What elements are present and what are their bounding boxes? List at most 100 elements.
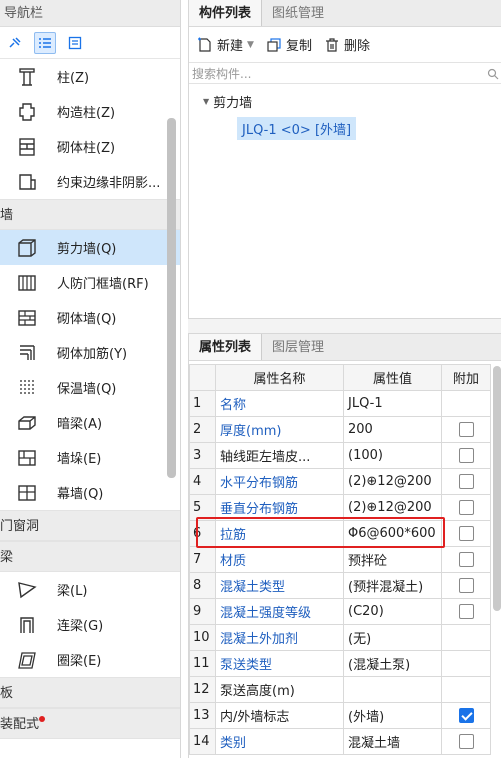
tab-drawing-management[interactable]: 图纸管理: [262, 0, 334, 26]
property-name: 材质: [215, 546, 344, 573]
delete-button[interactable]: 删除: [320, 33, 374, 57]
tab-properties[interactable]: 属性列表: [189, 334, 263, 360]
tree-node-shear-wall[interactable]: ▼ 剪力墙: [203, 92, 252, 111]
delete-label: 删除: [343, 39, 370, 54]
table-row[interactable]: 14 类别 混凝土墙: [189, 728, 491, 755]
attach-checkbox[interactable]: [458, 708, 474, 723]
property-name: 类别: [215, 728, 344, 755]
nav-category-slab[interactable]: 板: [0, 677, 180, 708]
pin-icon[interactable]: [4, 32, 26, 54]
edge-constraint-icon: [19, 174, 36, 190]
wall-buttress-icon: [18, 450, 36, 466]
row-index: 13: [189, 702, 216, 729]
property-value[interactable]: (预拌混凝土): [343, 572, 442, 599]
copy-button[interactable]: 复制: [262, 33, 316, 57]
attach-checkbox[interactable]: [458, 578, 474, 593]
nav-item-curtain-wall[interactable]: 幕墙(Q): [0, 475, 180, 510]
new-button[interactable]: 新建 ▼: [193, 33, 258, 57]
nav-toolbar: [0, 27, 180, 59]
property-name: 泵送类型: [215, 650, 344, 677]
nav-item-coupling-beam[interactable]: 连梁(G): [0, 607, 180, 642]
property-name: 轴线距左墙皮...: [215, 442, 344, 469]
table-row[interactable]: 3 轴线距左墙皮... (100): [189, 442, 491, 469]
table-row[interactable]: 2 厚度(mm) 200: [189, 416, 491, 443]
nav-item-constructional-column[interactable]: 构造柱(Z): [0, 94, 180, 129]
nav-item-beam[interactable]: 梁(L): [0, 572, 180, 607]
property-value[interactable]: (100): [343, 442, 442, 469]
nav-item-wall-buttress[interactable]: 墙垛(E): [0, 440, 180, 475]
nav-item-masonry-reinforcement[interactable]: 砌体加筋(Y): [0, 335, 180, 370]
nav-item-masonry-column[interactable]: 砌体柱(Z): [0, 129, 180, 164]
panel-splitter[interactable]: [188, 318, 501, 334]
property-value[interactable]: 200: [343, 416, 442, 443]
table-row[interactable]: 9 混凝土强度等级 (C20): [189, 598, 491, 625]
property-value[interactable]: (混凝土泵): [343, 650, 442, 677]
table-row[interactable]: 8 混凝土类型 (预拌混凝土): [189, 572, 491, 599]
table-row[interactable]: 13 内/外墙标志 (外墙): [189, 702, 491, 729]
property-value[interactable]: JLQ-1: [343, 390, 442, 417]
attach-checkbox[interactable]: [458, 422, 474, 437]
row-index: 2: [189, 416, 216, 443]
property-value[interactable]: 预拌砼: [343, 546, 442, 573]
properties-table: 属性名称 属性值 附加 1 名称 JLQ-1 2 厚度(mm) 200 3 轴线距左墙皮...…: [189, 364, 491, 755]
nav-scrollbar[interactable]: [167, 118, 176, 478]
property-value[interactable]: 混凝土墙: [343, 728, 442, 755]
property-extra-cell: [441, 650, 491, 677]
attach-checkbox[interactable]: [458, 604, 474, 619]
property-name: 名称: [215, 390, 344, 417]
nav-item-masonry-wall[interactable]: 砌体墙(Q): [0, 300, 180, 335]
nav-item-label: 构造柱(Z): [57, 106, 116, 121]
property-extra-cell: [441, 442, 491, 469]
table-row[interactable]: 10 混凝土外加剂 (无): [189, 624, 491, 651]
table-row[interactable]: 11 泵送类型 (混凝土泵): [189, 650, 491, 677]
search-icon[interactable]: [487, 68, 499, 80]
table-row[interactable]: 7 材质 预拌砼: [189, 546, 491, 573]
nav-item-civil-defense-door-wall[interactable]: 人防门框墙(RF): [0, 265, 180, 300]
property-value[interactable]: (2)⊕12@200: [343, 468, 442, 495]
nav-item-concealed-beam[interactable]: 暗梁(A): [0, 405, 180, 440]
list-view-icon[interactable]: [34, 31, 56, 54]
nav-item-insulation-wall[interactable]: 保温墙(Q): [0, 370, 180, 405]
concealed-beam-icon: [18, 416, 36, 430]
row-index: 1: [189, 390, 216, 417]
detail-view-icon[interactable]: [64, 32, 86, 54]
nav-category-beam[interactable]: 梁: [0, 541, 180, 572]
tree-node-jlq1[interactable]: JLQ-1 <0> [外墙]: [237, 117, 357, 140]
nav-item-label: 暗梁(A): [57, 417, 103, 432]
caret-down-icon[interactable]: ▼: [203, 97, 209, 106]
tab-component-list[interactable]: 构件列表: [189, 0, 263, 26]
attach-checkbox[interactable]: [458, 448, 474, 463]
nav-category-wall[interactable]: 墙: [0, 199, 180, 230]
property-value[interactable]: (C20): [343, 598, 442, 625]
table-row[interactable]: 4 水平分布钢筋 (2)⊕12@200: [189, 468, 491, 495]
table-row[interactable]: 12 泵送高度(m): [189, 676, 491, 703]
search-input[interactable]: 搜索构件...: [192, 65, 251, 82]
nav-item-ring-beam[interactable]: 圈梁(E): [0, 642, 180, 677]
attach-checkbox[interactable]: [458, 500, 474, 515]
nav-title: 导航栏: [0, 0, 180, 27]
component-search[interactable]: 搜索构件...: [189, 62, 501, 84]
nav-item-label: 连梁(G): [57, 619, 104, 634]
nav-item-label: 人防门框墙(RF): [57, 277, 149, 292]
properties-scrollbar[interactable]: [493, 366, 501, 611]
nav-item-edge-constraint[interactable]: 约束边缘非阴影...: [0, 164, 180, 199]
property-extra-cell: [441, 676, 491, 703]
attach-checkbox[interactable]: [458, 526, 474, 541]
property-value[interactable]: (外墙): [343, 702, 442, 729]
nav-category-prefab[interactable]: 装配式: [0, 708, 180, 739]
property-extra-cell: [441, 494, 491, 521]
attach-checkbox[interactable]: [458, 474, 474, 489]
chevron-down-icon[interactable]: ▼: [247, 40, 254, 50]
table-row[interactable]: 1 名称 JLQ-1: [189, 390, 491, 417]
tab-layer-management[interactable]: 图层管理: [262, 334, 334, 360]
property-value[interactable]: (无): [343, 624, 442, 651]
attach-checkbox[interactable]: [458, 734, 474, 749]
property-value[interactable]: [343, 676, 442, 703]
nav-item-shear-wall[interactable]: 剪力墙(Q): [0, 230, 180, 265]
curtain-wall-icon: [18, 485, 36, 501]
attach-checkbox[interactable]: [458, 552, 474, 567]
nav-item-column[interactable]: 柱(Z): [0, 59, 180, 94]
tree-node-label: JLQ-1 <0> [外墙]: [242, 123, 352, 138]
nav-category-door-window[interactable]: 门窗洞: [0, 510, 180, 541]
property-extra-cell: [441, 468, 491, 495]
